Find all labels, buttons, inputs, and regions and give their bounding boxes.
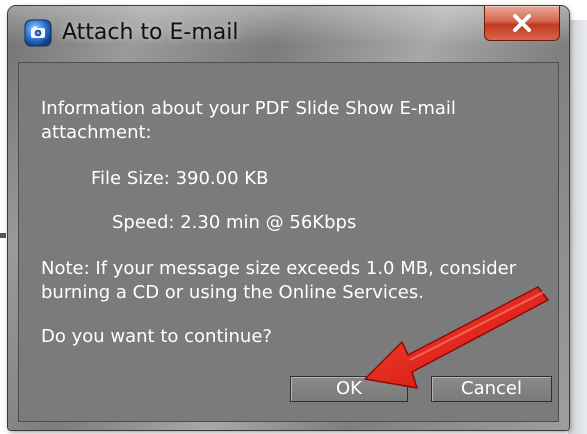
- background-fragment: [0, 233, 6, 238]
- background-window-edge: [568, 20, 587, 434]
- ok-button[interactable]: OK: [290, 376, 408, 402]
- info-text-line2: attachment:: [41, 122, 152, 143]
- screenshot: Attach to E-mail Information about your …: [0, 0, 587, 434]
- cancel-button[interactable]: Cancel: [431, 376, 552, 402]
- speed-text: Speed: 2.30 min @ 56Kbps: [112, 212, 357, 233]
- info-text-line1: Information about your PDF Slide Show E-…: [41, 98, 456, 119]
- dialog-title: Attach to E-mail: [62, 20, 239, 45]
- camera-icon: [24, 19, 52, 47]
- attach-to-email-dialog: Attach to E-mail Information about your …: [8, 6, 569, 430]
- file-size-text: File Size: 390.00 KB: [91, 168, 269, 189]
- note-text-line1: Note: If your message size exceeds 1.0 M…: [41, 258, 517, 279]
- dialog-content: Information about your PDF Slide Show E-…: [18, 62, 559, 422]
- close-button[interactable]: [484, 6, 560, 41]
- close-icon: [513, 14, 531, 32]
- continue-question: Do you want to continue?: [41, 326, 272, 347]
- title-bar[interactable]: Attach to E-mail: [8, 6, 569, 60]
- note-text-line2: burning a CD or using the Online Service…: [41, 282, 424, 303]
